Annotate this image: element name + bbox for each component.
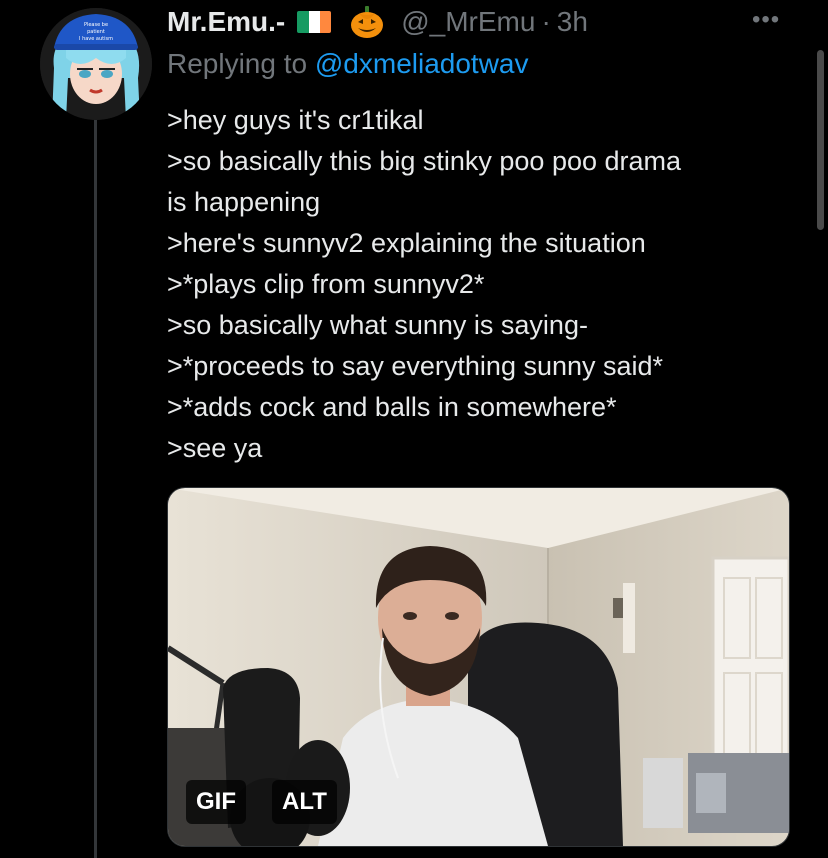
tweet-text-line: >*adds cock and balls in somewhere*	[167, 392, 617, 422]
user-handle[interactable]: @_MrEmu	[401, 6, 535, 38]
tweet-text-line: is happening	[167, 187, 321, 217]
replying-to-label: Replying to	[167, 48, 315, 79]
replying-to-line: Replying to @dxmeliadotwav	[167, 48, 529, 80]
gif-media[interactable]	[167, 487, 790, 847]
cap-text-line-2: patient	[87, 29, 105, 35]
tweet-text-line: >hey guys it's cr1tikal	[167, 105, 424, 135]
avatar-illustration: Please be patient I have autism	[40, 8, 152, 120]
tweet-text-line: >see ya	[167, 433, 263, 463]
scrollbar[interactable]	[817, 50, 824, 230]
thread-connector-line	[94, 118, 97, 858]
tweet-text-line: >so basically what sunny is saying-	[167, 310, 588, 340]
tweet-text-line: >here's sunnyv2 explaining the situation	[167, 228, 646, 258]
gif-badge: GIF	[186, 780, 246, 824]
gif-frame-image	[168, 488, 789, 846]
tweet-text-line: >*proceeds to say everything sunny said*	[167, 351, 664, 381]
more-options-icon[interactable]: •••	[752, 6, 780, 34]
reply-target-link[interactable]: @dxmeliadotwav	[315, 48, 529, 79]
cap-text-line-1: Please be	[84, 22, 108, 28]
header-separator: ·	[541, 6, 551, 37]
display-name[interactable]: Mr.Emu.-	[167, 6, 285, 38]
jack-o-lantern-icon	[351, 6, 384, 38]
avatar[interactable]: Please be patient I have autism	[40, 8, 152, 120]
tweet-timestamp[interactable]: 3h	[557, 6, 588, 38]
tweet-text-line: >*plays clip from sunnyv2*	[167, 269, 485, 299]
tweet[interactable]: Please be patient I have autism Mr.Emu.-…	[0, 0, 828, 858]
cap-text-line-3: I have autism	[79, 36, 113, 42]
tweet-text: >hey guys it's cr1tikal >so basically th…	[167, 100, 797, 469]
tweet-text-line: >so basically this big stinky poo poo dr…	[167, 146, 682, 176]
alt-text-button[interactable]: ALT	[272, 780, 337, 824]
ireland-flag-icon	[297, 11, 332, 33]
tweet-header: Mr.Emu.- @_MrEmu · 3h	[167, 2, 588, 42]
